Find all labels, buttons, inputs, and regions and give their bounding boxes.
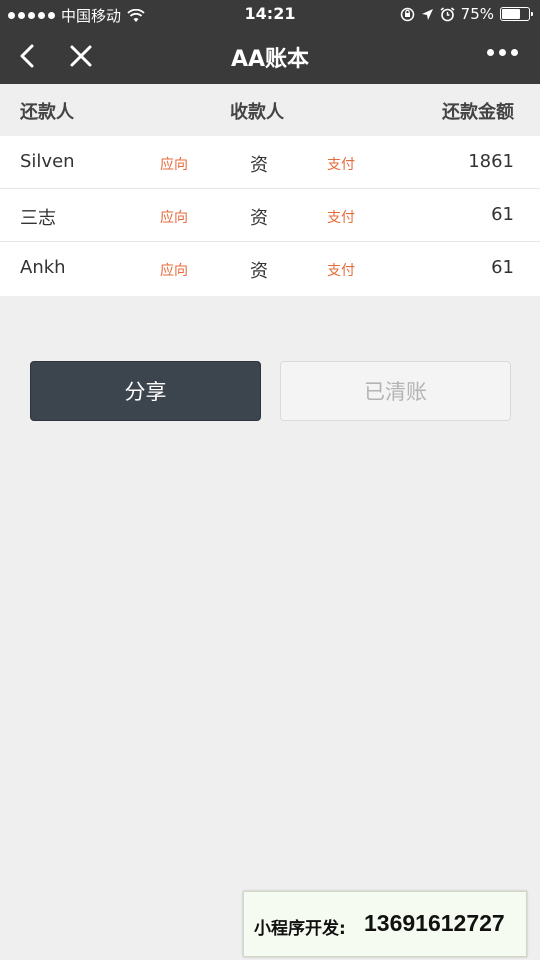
- banner-phone-number: 13691612727: [364, 910, 505, 936]
- battery-percent: 75%: [460, 5, 494, 23]
- payer-name: Silven: [20, 151, 75, 172]
- banner-label: 小程序开发:: [254, 919, 346, 939]
- top-bar: 中国移动 14:21 75% AA账本: [0, 0, 540, 84]
- repayment-list: Silven 应向 资 支付 1861 三志 应向 资 支付 61 Ankh 应…: [0, 136, 540, 296]
- header-payee: 收款人: [230, 102, 284, 123]
- location-icon: [421, 8, 433, 20]
- verb-pay: 支付: [327, 210, 355, 226]
- table-row: Silven 应向 资 支付 1861: [0, 136, 540, 189]
- header-amount: 还款金额: [442, 102, 514, 123]
- more-icon[interactable]: [487, 49, 518, 56]
- payee-name: 资: [250, 261, 268, 282]
- verb-pay: 支付: [327, 157, 355, 173]
- nav-bar: AA账本: [0, 28, 540, 84]
- payer-name: Ankh: [20, 257, 66, 278]
- repay-amount: 1861: [468, 151, 514, 172]
- header-payer: 还款人: [20, 102, 74, 123]
- status-right: 75%: [400, 5, 533, 23]
- verb-owes: 应向: [160, 210, 188, 226]
- battery-icon: [500, 7, 533, 21]
- repay-amount: 61: [491, 204, 514, 225]
- payee-name: 资: [250, 208, 268, 229]
- page-title: AA账本: [230, 47, 310, 72]
- verb-owes: 应向: [160, 263, 188, 279]
- verb-owes: 应向: [160, 157, 188, 173]
- contact-banner: 小程序开发: 13691612727: [243, 891, 527, 957]
- share-button[interactable]: 分享: [30, 361, 261, 421]
- orientation-lock-icon: [400, 7, 414, 21]
- payer-name: 三志: [20, 208, 56, 229]
- repay-amount: 61: [491, 257, 514, 278]
- page: 中国移动 14:21 75% AA账本 还款人 收款人 还款金额 Silven …: [0, 0, 540, 960]
- status-bar: 中国移动 14:21 75%: [0, 0, 540, 28]
- payee-name: 资: [250, 155, 268, 176]
- settled-button[interactable]: 已清账: [280, 361, 511, 421]
- table-row: 三志 应向 资 支付 61: [0, 189, 540, 242]
- battery-fill: [502, 9, 520, 19]
- table-header: 还款人 收款人 还款金额: [0, 84, 540, 136]
- alarm-icon: [440, 6, 455, 21]
- table-row: Ankh 应向 资 支付 61: [0, 242, 540, 296]
- verb-pay: 支付: [327, 263, 355, 279]
